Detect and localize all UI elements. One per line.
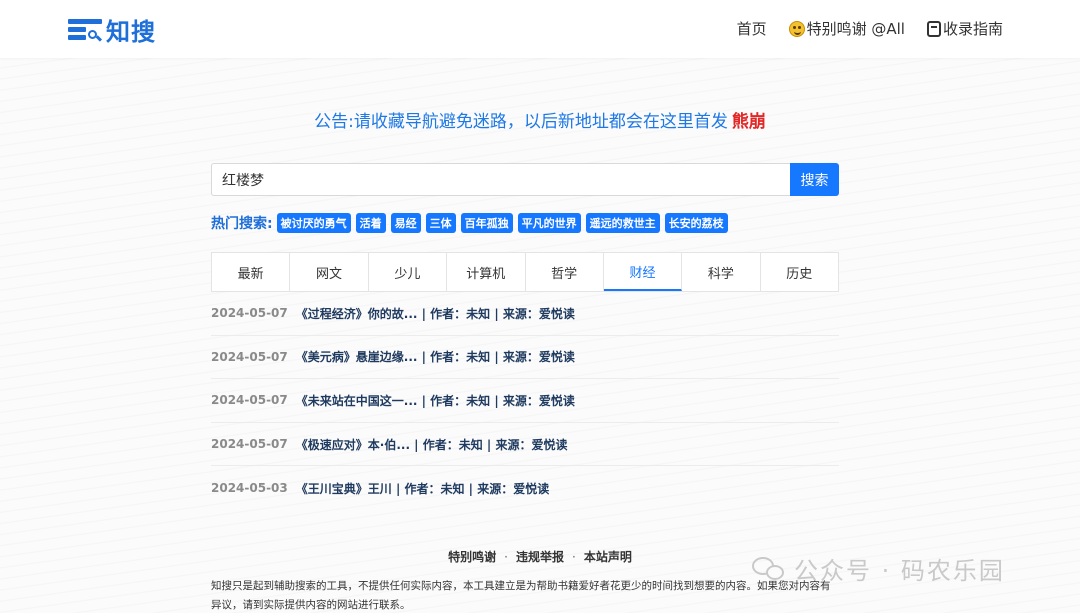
search-input[interactable] (211, 163, 790, 196)
list-item[interactable]: 2024-05-07 《未来站在中国这一... | 作者：未知 | 来源：爱悦读 (211, 379, 839, 423)
nav-guide-label: 收录指南 (942, 20, 1003, 38)
watermark-text: 公众号 · 码农乐园 (794, 557, 1005, 585)
tab-finance[interactable]: 财经 (603, 253, 683, 291)
item-date: 2024-05-07 (211, 349, 288, 364)
nav-thanks-label: 特别鸣谢 @All (806, 20, 905, 38)
footer-separator: · (572, 550, 576, 564)
hot-searches-label: 热门搜索: (211, 216, 273, 232)
search-bar: 搜索 (211, 163, 839, 196)
announcement-text: 公告:请收藏导航避免迷路，以后新地址都会在这里首发 (314, 112, 728, 132)
tab-web-novel[interactable]: 网文 (290, 253, 369, 291)
wechat-icon (752, 555, 786, 583)
search-button[interactable]: 搜索 (790, 163, 839, 196)
nav-home[interactable]: 首页 (737, 18, 767, 39)
tab-computer[interactable]: 计算机 (447, 253, 526, 291)
top-header: 知搜 首页 特别鸣谢 @All 收录指南 (0, 0, 1080, 58)
hot-tag[interactable]: 长安的荔枝 (664, 213, 728, 233)
footer-disclaimer: 知搜只是起到辅助搜索的工具，不提供任何实际内容，本工具建立是为帮助书籍爱好者花更… (211, 580, 831, 611)
category-tabs: 最新 网文 少儿 计算机 哲学 财经 科学 历史 (211, 252, 839, 292)
top-nav: 首页 特别鸣谢 @All 收录指南 (737, 18, 1003, 39)
smiley-icon (788, 20, 805, 37)
footer-link-thanks[interactable]: 特别鸣谢 (448, 550, 496, 564)
nav-guide[interactable]: 收录指南 (926, 18, 1003, 39)
footer-separator: · (504, 550, 508, 564)
list-item[interactable]: 2024-05-07 《过程经济》你的故... | 作者：未知 | 来源：爱悦读 (211, 292, 839, 336)
watermark: 公众号 · 码农乐园 (752, 551, 1005, 586)
item-title[interactable]: 《未来站在中国这一... | 作者：未知 | 来源：爱悦读 (296, 392, 575, 409)
nav-home-label: 首页 (736, 20, 767, 38)
item-title[interactable]: 《极速应对》本·伯... | 作者：未知 | 来源：爱悦读 (296, 436, 568, 453)
item-title[interactable]: 《王川宝典》王川 | 作者：未知 | 来源：爱悦读 (296, 480, 549, 497)
logo-search-icon (68, 17, 103, 43)
item-date: 2024-05-07 (211, 306, 288, 321)
nav-thanks[interactable]: 特别鸣谢 @All (788, 18, 905, 39)
list-item[interactable]: 2024-05-07 《美元病》悬崖边缘... | 作者：未知 | 来源：爱悦读 (211, 336, 839, 380)
footer-link-statement[interactable]: 本站声明 (584, 550, 632, 564)
item-title[interactable]: 《美元病》悬崖边缘... | 作者：未知 | 来源：爱悦读 (296, 348, 575, 365)
item-date: 2024-05-07 (211, 437, 288, 452)
hot-tag[interactable]: 活着 (355, 213, 386, 233)
hot-tag[interactable]: 被讨厌的勇气 (276, 213, 351, 233)
result-list: 2024-05-07 《过程经济》你的故... | 作者：未知 | 来源：爱悦读… (211, 292, 839, 510)
list-item[interactable]: 2024-05-07 《极速应对》本·伯... | 作者：未知 | 来源：爱悦读 (211, 423, 839, 467)
hot-tag[interactable]: 平凡的世界 (517, 213, 581, 233)
item-title[interactable]: 《过程经济》你的故... | 作者：未知 | 来源：爱悦读 (296, 305, 575, 322)
brand-name: 知搜 (106, 18, 156, 46)
item-date: 2024-05-07 (211, 393, 288, 408)
item-date: 2024-05-03 (211, 481, 288, 496)
hot-searches: 热门搜索: 被讨厌的勇气 活着 易经 三体 百年孤独 平凡的世界 遥远的救世主 … (211, 213, 733, 233)
hot-tag[interactable]: 遥远的救世主 (585, 213, 660, 233)
site-logo[interactable]: 知搜 (68, 12, 156, 47)
announcement: 公告:请收藏导航避免迷路，以后新地址都会在这里首发 熊崩 (0, 107, 1080, 132)
announcement-highlight[interactable]: 熊崩 (732, 112, 766, 132)
tab-latest[interactable]: 最新 (212, 253, 291, 291)
tab-science[interactable]: 科学 (682, 253, 761, 291)
tab-philosophy[interactable]: 哲学 (526, 253, 604, 291)
list-item[interactable]: 2024-05-03 《王川宝典》王川 | 作者：未知 | 来源：爱悦读 (211, 466, 839, 510)
hot-tag[interactable]: 三体 (425, 213, 456, 233)
tab-history[interactable]: 历史 (761, 253, 838, 291)
hot-tag[interactable]: 易经 (390, 213, 421, 233)
hot-tag[interactable]: 百年孤独 (460, 213, 513, 233)
guide-icon (926, 20, 941, 37)
footer-link-report[interactable]: 违规举报 (516, 550, 564, 564)
tab-children[interactable]: 少儿 (369, 253, 448, 291)
